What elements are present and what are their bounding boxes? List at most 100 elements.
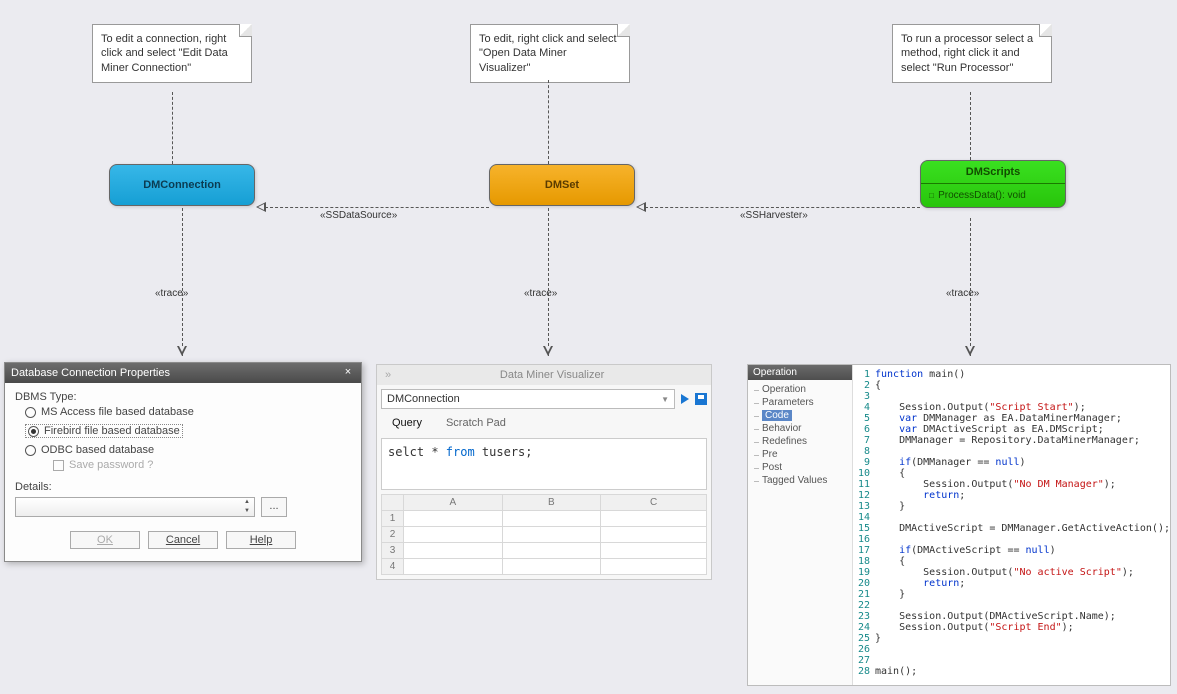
radio-odbc-label: ODBC based database <box>41 444 154 456</box>
radio-firebird-label: Firebird file based database <box>44 425 180 437</box>
connector <box>172 92 173 164</box>
code-line: 10 { <box>853 468 1170 479</box>
code-line: 3 <box>853 391 1170 402</box>
query-editor[interactable]: selct * from tusers; <box>381 438 707 490</box>
code-line: 8 <box>853 446 1170 457</box>
code-line: 26 <box>853 644 1170 655</box>
uml-class-dmset[interactable]: DMSet <box>489 164 635 206</box>
code-line: 11 Session.Output("No DM Manager"); <box>853 479 1170 490</box>
radio-ms-access[interactable] <box>25 407 36 418</box>
dbms-type-label: DBMS Type: <box>15 391 351 403</box>
arrowhead-icon <box>965 346 975 356</box>
code-line: 24 Session.Output("Script End"); <box>853 622 1170 633</box>
tab-query[interactable]: Query <box>381 413 433 434</box>
connection-value: DMConnection <box>387 393 460 405</box>
tree-item[interactable]: Pre <box>752 448 848 461</box>
note-edit-connection: To edit a connection, right click and se… <box>92 24 252 83</box>
tree-item[interactable]: Redefines <box>752 435 848 448</box>
connector-trace <box>182 208 183 356</box>
label-trace: «trace» <box>155 288 188 299</box>
uml-class-dmscripts[interactable]: DMScripts ProcessData(): void <box>920 160 1066 208</box>
help-button[interactable]: Help <box>226 531 296 549</box>
row-header[interactable]: 2 <box>382 527 404 543</box>
panel-title: Data Miner Visualizer <box>401 369 703 381</box>
class-operation[interactable]: ProcessData(): void <box>921 184 1065 207</box>
tree-item[interactable]: Tagged Values <box>752 474 848 487</box>
label-trace: «trace» <box>946 288 979 299</box>
radio-firebird[interactable] <box>28 426 39 437</box>
code-line: 28main(); <box>853 666 1170 677</box>
collapse-icon[interactable]: » <box>385 369 391 381</box>
code-line: 25} <box>853 633 1170 644</box>
code-line: 22 <box>853 600 1170 611</box>
code-line: 18 { <box>853 556 1170 567</box>
code-line: 4 Session.Output("Script Start"); <box>853 402 1170 413</box>
arrowhead-icon <box>256 202 266 212</box>
label-ssdatasource: «SSDataSource» <box>320 210 397 221</box>
code-line: 23 Session.Output(DMActiveScript.Name); <box>853 611 1170 622</box>
row-header[interactable]: 1 <box>382 511 404 527</box>
spinner-down-icon[interactable]: ▼ <box>240 507 254 516</box>
row-header[interactable]: 4 <box>382 559 404 575</box>
save-password-label: Save password ? <box>69 459 153 471</box>
code-line: 16 <box>853 534 1170 545</box>
code-line: 2{ <box>853 380 1170 391</box>
code-line: 14 <box>853 512 1170 523</box>
arrowhead-icon <box>177 346 187 356</box>
code-line: 1function main() <box>853 369 1170 380</box>
code-line: 12 return; <box>853 490 1170 501</box>
tree-item[interactable]: Parameters <box>752 396 848 409</box>
browse-button[interactable]: ... <box>261 497 287 517</box>
cancel-button[interactable]: Cancel <box>148 531 218 549</box>
connector <box>548 80 549 164</box>
col-header[interactable]: B <box>502 495 601 511</box>
code-line: 19 Session.Output("No active Script"); <box>853 567 1170 578</box>
save-icon[interactable] <box>695 393 707 405</box>
code-line: 5 var DMManager as EA.DataMinerManager; <box>853 413 1170 424</box>
run-icon[interactable] <box>681 394 689 404</box>
details-label: Details: <box>15 481 351 493</box>
operation-code-panel: Operation OperationParametersCodeBehavio… <box>747 364 1171 686</box>
code-line: 21 } <box>853 589 1170 600</box>
row-header[interactable]: 3 <box>382 543 404 559</box>
radio-odbc[interactable] <box>25 445 36 456</box>
col-header[interactable]: A <box>404 495 503 511</box>
connector-ssdatasource <box>265 207 489 208</box>
note-open-visualizer: To edit, right click and select "Open Da… <box>470 24 630 83</box>
connector-ssharvester <box>645 207 920 208</box>
chevron-down-icon: ▼ <box>661 395 669 404</box>
col-header[interactable]: C <box>601 495 707 511</box>
label-trace: «trace» <box>524 288 557 299</box>
spinner-up-icon[interactable]: ▲ <box>240 498 254 507</box>
code-line: 20 return; <box>853 578 1170 589</box>
code-line: 13 } <box>853 501 1170 512</box>
dialog-title: Database Connection Properties <box>11 367 170 379</box>
radio-ms-access-label: MS Access file based database <box>41 406 194 418</box>
code-line: 6 var DMActiveScript as EA.DMScript; <box>853 424 1170 435</box>
connector <box>970 92 971 160</box>
code-line: 27 <box>853 655 1170 666</box>
code-line: 9 if(DMManager == null) <box>853 457 1170 468</box>
grid-corner <box>382 495 404 511</box>
results-grid[interactable]: A B C 1 2 3 4 <box>381 494 707 575</box>
details-combobox[interactable]: ▲▼ <box>15 497 255 517</box>
property-tree[interactable]: OperationParametersCodeBehaviorRedefines… <box>748 380 852 490</box>
code-line: 17 if(DMActiveScript == null) <box>853 545 1170 556</box>
uml-class-dmconnection[interactable]: DMConnection <box>109 164 255 206</box>
tab-scratch-pad[interactable]: Scratch Pad <box>435 413 517 434</box>
connection-dropdown[interactable]: DMConnection ▼ <box>381 389 675 409</box>
arrowhead-icon <box>543 346 553 356</box>
ok-button[interactable]: OK <box>70 531 140 549</box>
checkbox-save-password[interactable] <box>53 460 64 471</box>
label-ssharvester: «SSHarvester» <box>740 210 808 221</box>
class-title: DMSet <box>490 165 634 205</box>
tree-item[interactable]: Operation <box>752 383 848 396</box>
tree-item[interactable]: Code <box>752 409 848 422</box>
close-icon[interactable]: × <box>341 366 355 380</box>
tree-item[interactable]: Behavior <box>752 422 848 435</box>
db-connection-dialog: Database Connection Properties × DBMS Ty… <box>4 362 362 562</box>
arrowhead-icon <box>636 202 646 212</box>
code-editor[interactable]: 1function main()2{34 Session.Output("Scr… <box>853 365 1170 685</box>
note-run-processor: To run a processor select a method, righ… <box>892 24 1052 83</box>
tree-item[interactable]: Post <box>752 461 848 474</box>
